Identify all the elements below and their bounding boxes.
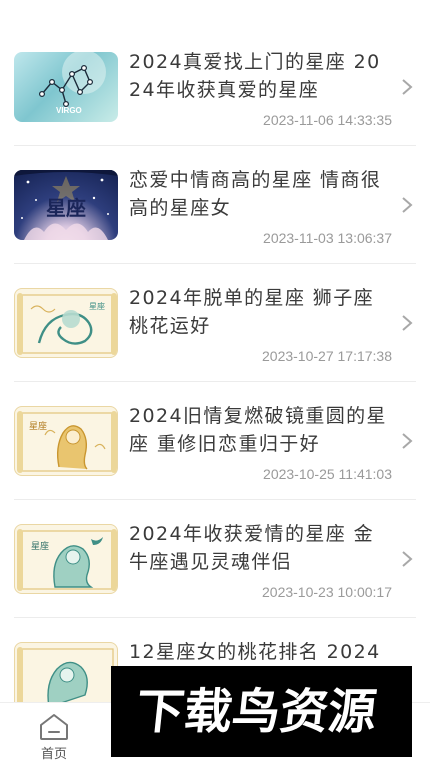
list-item[interactable]: 星座 2024年收获爱情的星座 金牛座遇见灵魂伴侣 2023-10-23 10:… — [14, 500, 416, 618]
chevron-right-icon — [402, 433, 413, 449]
chevron-right-icon — [402, 551, 413, 567]
list-item[interactable]: 星座 恋爱中情商高的星座 情商很高的星座女 2023-11-03 13:06:3… — [14, 146, 416, 264]
watermark-logo: 下载鸟资源 — [133, 684, 379, 740]
article-title: 2024真爱找上门的星座 2024年收获真爱的星座 — [129, 51, 381, 101]
article-thumbnail[interactable]: VIRGO — [14, 52, 118, 122]
list-item[interactable]: 星座 2024旧情复燃破镜重圆的星座 重修旧恋重归于好 2023-10-25 1… — [14, 382, 416, 500]
list-item[interactable]: VIRGO 2024真爱找上门的星座 2024年收获真爱的星座 2023-11-… — [14, 28, 416, 146]
svg-text:星座: 星座 — [89, 301, 105, 311]
article-thumbnail[interactable]: 星座 — [14, 406, 118, 476]
article-title: 恋爱中情商高的星座 情商很高的星座女 — [129, 169, 382, 219]
article-thumbnail[interactable]: 星座 — [14, 524, 118, 594]
article-date: 2023-10-25 11:41:03 — [263, 466, 392, 482]
article-date: 2023-11-06 14:33:35 — [263, 112, 392, 128]
chevron-right-icon — [402, 79, 413, 95]
article-title: 2024年脱单的星座 狮子座桃花运好 — [129, 287, 374, 337]
article-date: 2023-10-23 10:00:17 — [262, 584, 392, 600]
svg-text:星座: 星座 — [31, 540, 49, 552]
leo-zodiac-illustration: 星座 — [17, 293, 117, 355]
zodiac-girl-illustration: 星座 — [17, 411, 117, 473]
article-title: 2024年收获爱情的星座 金牛座遇见灵魂伴侣 — [129, 523, 374, 573]
chevron-right-icon — [402, 197, 413, 213]
list-item[interactable]: 星座 2024年脱单的星座 狮子座桃花运好 2023-10-27 17:17:3… — [14, 264, 416, 382]
home-icon — [40, 714, 68, 740]
thumbnail-caption: VIRGO — [56, 106, 82, 115]
article-thumbnail[interactable]: 星座 — [14, 288, 118, 358]
article-title: 2024旧情复燃破镜重圆的星座 重修旧恋重归于好 — [129, 405, 387, 455]
article-date: 2023-11-03 13:06:37 — [263, 230, 392, 246]
svg-text:下载鸟资源: 下载鸟资源 — [133, 684, 379, 740]
tab-home[interactable]: 首页 — [24, 711, 84, 763]
article-list: VIRGO 2024真爱找上门的星座 2024年收获真爱的星座 2023-11-… — [0, 28, 430, 736]
tab-home-label: 首页 — [40, 747, 67, 762]
article-thumbnail[interactable]: 星座 — [14, 170, 118, 240]
watermark-banner: 下载鸟资源 — [111, 666, 412, 757]
article-date: 2023-10-27 17:17:38 — [262, 348, 392, 364]
taurus-zodiac-illustration: 星座 — [17, 529, 117, 591]
svg-text:星座: 星座 — [29, 420, 47, 432]
chevron-right-icon — [402, 315, 413, 331]
thumbnail-caption: 星座 — [46, 196, 86, 220]
